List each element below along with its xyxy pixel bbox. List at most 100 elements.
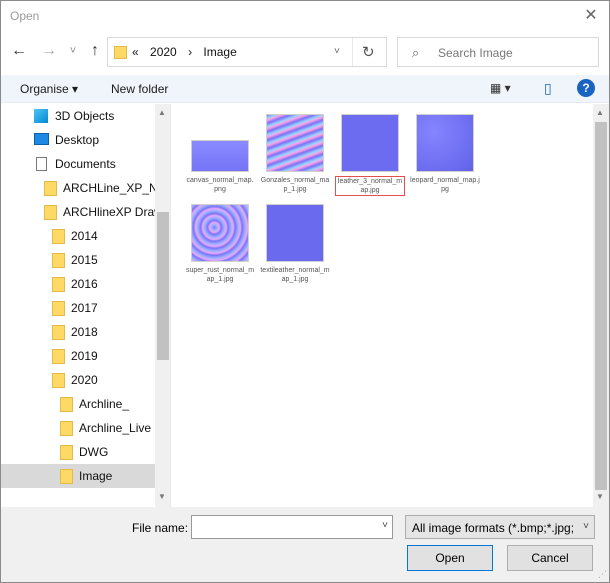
file-name: leather_3_normal_map.jpg	[335, 176, 405, 196]
file-type-filter[interactable]: All image formats (*.bmp;*.jpg; ˅	[405, 515, 595, 539]
file-name: textileather_normal_map_1.jpg	[260, 267, 330, 283]
chevron-down-icon: ˅	[69, 45, 77, 57]
tree-item-label: ARCHlineXP Draw	[63, 205, 155, 219]
view-options-icon[interactable]: ▦ ▾	[490, 81, 511, 95]
scroll-down-icon[interactable]: ▼	[596, 492, 604, 501]
folder-icon	[52, 373, 65, 388]
tree-item-label: Image	[79, 469, 113, 483]
open-button[interactable]: Open	[407, 545, 493, 571]
tree-item-2017[interactable]: 2017	[1, 296, 155, 320]
help-icon[interactable]: ?	[577, 79, 595, 97]
back-button[interactable]: ←	[9, 41, 29, 61]
address-bar[interactable]: « 2020 › Image ˅ ↻	[107, 37, 387, 67]
file-item[interactable]: canvas_normal_map.png	[185, 114, 255, 206]
arrow-up-icon: ↑	[91, 42, 99, 59]
file-name: Gonzales_normal_map_1.jpg	[260, 177, 330, 193]
tree-item-desktop[interactable]: Desktop	[1, 128, 155, 152]
file-name: canvas_normal_map.png	[186, 177, 254, 193]
tree-item-dwg[interactable]: DWG	[1, 440, 155, 464]
tree-item-2016[interactable]: 2016	[1, 272, 155, 296]
file-thumbnail	[341, 114, 399, 172]
preview-pane-icon[interactable]: ▯	[544, 80, 552, 97]
navigation-pane: 3D Objects Desktop Documents ARCHLine_XP…	[1, 104, 171, 507]
close-icon[interactable]: ✕	[579, 4, 603, 28]
search-box[interactable]: ⌕ Search Image	[397, 37, 599, 67]
arrow-right-icon: →	[41, 42, 57, 59]
folder-icon	[52, 253, 65, 268]
breadcrumb-overflow[interactable]: «	[132, 45, 139, 59]
tree-item-2020[interactable]: 2020	[1, 368, 155, 392]
folder-icon	[52, 229, 65, 244]
address-divider	[352, 38, 353, 66]
tree-item-label: 2019	[71, 349, 98, 363]
folder-icon	[52, 349, 65, 364]
tree-item-label: 2018	[71, 325, 98, 339]
refresh-icon[interactable]: ↻	[362, 43, 375, 61]
tree-item-archline-xp-na[interactable]: ARCHLine_XP_Na	[1, 176, 155, 200]
cancel-button[interactable]: Cancel	[507, 545, 593, 571]
desktop-icon	[34, 133, 49, 145]
breadcrumb-separator[interactable]: ›	[188, 45, 192, 59]
3d-objects-icon	[34, 109, 48, 123]
tree-item-label: Archline_Live	[79, 421, 152, 435]
folder-icon	[52, 301, 65, 316]
navigation-row: ← → ˅ ↑ « 2020 › Image ˅ ↻ ⌕ Search Imag…	[1, 35, 609, 69]
file-thumbnail	[191, 140, 249, 172]
tree-item-2018[interactable]: 2018	[1, 320, 155, 344]
tree-item-image[interactable]: Image	[1, 464, 155, 488]
scroll-up-icon[interactable]: ▲	[158, 108, 166, 117]
open-dialog: Open ✕ ← → ˅ ↑ « 2020 › Image ˅ ↻ ⌕ Sear…	[0, 0, 610, 583]
chevron-down-icon[interactable]: ˅	[583, 521, 589, 532]
scroll-thumb[interactable]	[157, 212, 169, 360]
address-dropdown-icon[interactable]: ˅	[334, 46, 340, 57]
file-item[interactable]: super_rust_normal_map_1.jpg	[185, 204, 255, 296]
file-item[interactable]: Gonzales_normal_map_1.jpg	[260, 114, 330, 206]
file-name-input[interactable]: ˅	[191, 515, 393, 539]
scroll-thumb[interactable]	[595, 122, 607, 490]
tree-item-label: ARCHLine_XP_Na	[63, 181, 155, 195]
title-bar: Open ✕	[1, 1, 609, 31]
file-name-label: File name:	[132, 521, 189, 535]
file-thumbnail	[191, 204, 249, 262]
chevron-down-icon[interactable]: ˅	[382, 520, 388, 531]
file-name: leopard_normal_map.jpg	[410, 177, 480, 193]
file-thumbnail	[266, 114, 324, 172]
tree-item-archline-live[interactable]: Archline_Live	[1, 416, 155, 440]
scroll-up-icon[interactable]: ▲	[596, 108, 604, 117]
tree-item-archlinexp-draw[interactable]: ARCHlineXP Draw	[1, 200, 155, 224]
search-icon: ⌕	[412, 45, 420, 60]
new-folder-button[interactable]: New folder	[111, 82, 168, 96]
tree-item-label: Documents	[55, 157, 116, 171]
file-thumbnail	[266, 204, 324, 262]
tree-item-label: 3D Objects	[55, 109, 115, 123]
file-item[interactable]: leather_3_normal_map.jpg	[335, 114, 405, 206]
tree-item-label: Desktop	[55, 133, 100, 147]
tree-item-2015[interactable]: 2015	[1, 248, 155, 272]
recent-locations-button[interactable]: ˅	[63, 41, 83, 61]
folder-icon	[114, 46, 127, 59]
folder-icon	[60, 421, 73, 436]
organise-menu[interactable]: Organise ▾	[20, 82, 78, 96]
tree-item-documents[interactable]: Documents	[1, 152, 155, 176]
tree-item-label: 2017	[71, 301, 98, 315]
folder-icon	[60, 397, 73, 412]
command-bar: Organise ▾ New folder ▦ ▾ ▯ ?	[1, 75, 609, 103]
scroll-down-icon[interactable]: ▼	[158, 492, 166, 501]
tree-item-archline[interactable]: Archline_	[1, 392, 155, 416]
resize-grip-icon[interactable]: ⋰	[598, 569, 607, 580]
tree-item-2019[interactable]: 2019	[1, 344, 155, 368]
forward-button[interactable]: →	[39, 41, 59, 61]
folder-icon	[52, 277, 65, 292]
file-item[interactable]: textileather_normal_map_1.jpg	[260, 204, 330, 296]
breadcrumb-item-2020[interactable]: 2020	[150, 45, 177, 59]
up-button[interactable]: ↑	[85, 41, 105, 61]
tree-item-2014[interactable]: 2014	[1, 224, 155, 248]
file-list-scrollbar[interactable]: ▲ ▼	[593, 104, 609, 507]
file-type-value: All image formats (*.bmp;*.jpg;	[412, 521, 575, 535]
file-thumbnail	[416, 114, 474, 172]
tree-item-3d-objects[interactable]: 3D Objects	[1, 104, 155, 128]
breadcrumb-item-image[interactable]: Image	[203, 45, 236, 59]
dialog-footer: File name: ˅ All image formats (*.bmp;*.…	[1, 507, 609, 582]
navigation-scrollbar[interactable]: ▲ ▼	[155, 104, 170, 507]
file-item[interactable]: leopard_normal_map.jpg	[410, 114, 480, 206]
